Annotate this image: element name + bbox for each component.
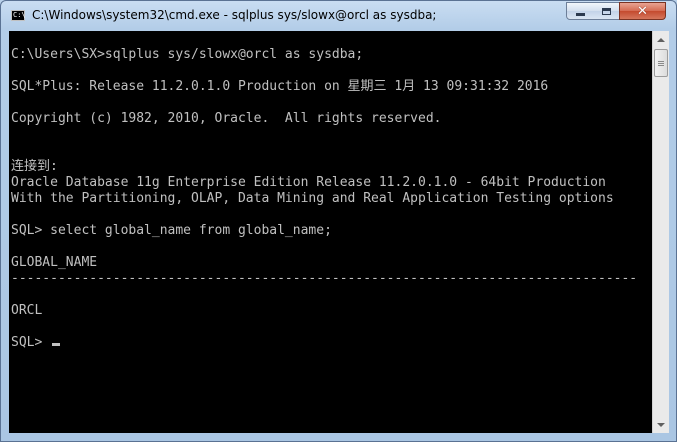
scrollbar-thumb[interactable] xyxy=(654,49,668,77)
grip-line xyxy=(658,62,664,64)
arrow-up-icon xyxy=(657,37,665,42)
cmd-window: C:\ C:\Windows\system32\cmd.exe - sqlplu… xyxy=(0,0,677,442)
console-line-copyright: Copyright (c) 1982, 2010, Oracle. All ri… xyxy=(11,111,442,126)
vertical-scrollbar[interactable] xyxy=(652,31,669,433)
text-cursor xyxy=(52,343,61,346)
minimize-icon xyxy=(575,12,585,16)
scroll-down-button[interactable] xyxy=(653,416,669,433)
sql-prompt: SQL> xyxy=(11,335,51,350)
arrow-down-icon xyxy=(657,422,665,427)
console-line-options: With the Partitioning, OLAP, Data Mining… xyxy=(11,191,614,206)
console-line-command: C:\Users\SX>sqlplus sys/slowx@orcl as sy… xyxy=(11,47,364,62)
console-line-prompt[interactable]: SQL> xyxy=(11,335,61,351)
console-line-sqlplus-banner: SQL*Plus: Release 11.2.0.1.0 Production … xyxy=(11,79,549,94)
close-icon: ✕ xyxy=(637,3,648,19)
cmd-icon[interactable]: C:\ xyxy=(11,10,26,21)
console-line-separator: ----------------------------------------… xyxy=(11,271,638,286)
grip-line xyxy=(658,64,664,66)
maximize-icon xyxy=(601,7,611,15)
close-button[interactable]: ✕ xyxy=(619,2,666,20)
console-output[interactable]: C:\Users\SX>sqlplus sys/slowx@orcl as sy… xyxy=(9,31,652,433)
console-line-column-header: GLOBAL_NAME xyxy=(11,255,98,270)
minimize-button[interactable] xyxy=(566,2,594,20)
grip-icon xyxy=(658,60,664,62)
title-bar[interactable]: C:\ C:\Windows\system32\cmd.exe - sqlplu… xyxy=(1,1,676,31)
window-title: C:\Windows\system32\cmd.exe - sqlplus sy… xyxy=(32,8,437,22)
maximize-button[interactable] xyxy=(593,2,620,20)
console-line-query: SQL> select global_name from global_name… xyxy=(11,223,332,238)
scroll-up-button[interactable] xyxy=(653,31,669,48)
console-line-result: ORCL xyxy=(11,303,43,318)
console-line-connected: 连接到: xyxy=(11,159,58,174)
console-line-database-version: Oracle Database 11g Enterprise Edition R… xyxy=(11,175,606,190)
